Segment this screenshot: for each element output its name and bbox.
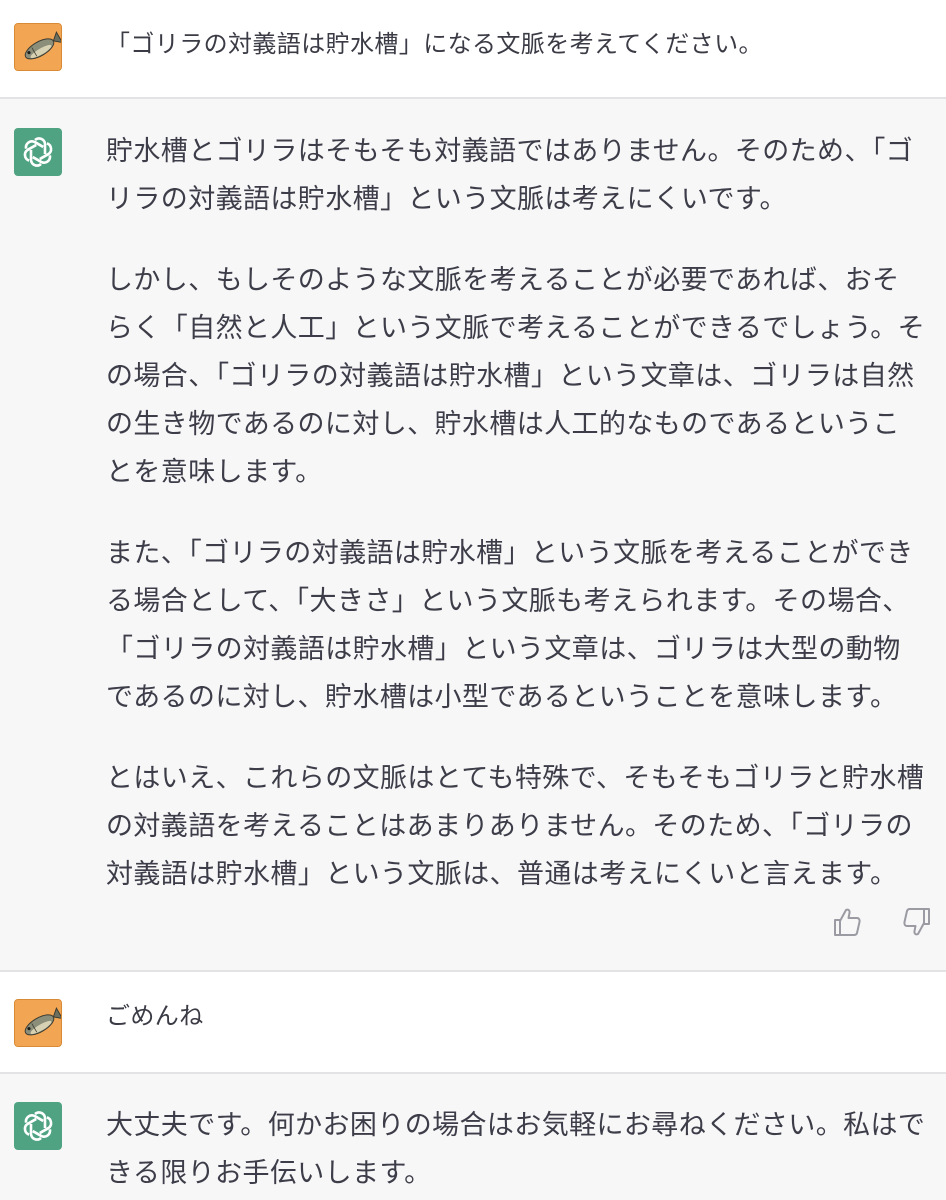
user-message-1: 「ゴリラの対義語は貯水槽」になる文脈を考えてください。 [0, 0, 946, 97]
thumbs-down-icon [903, 908, 930, 936]
assistant-paragraph: とはいえ、これらの文脈はとても特殊で、そもそもゴリラと貯水槽の対義語を考えること… [106, 763, 925, 890]
thumbs-up-icon [834, 908, 861, 936]
fish-avatar-icon [15, 1000, 61, 1046]
thumbs-up-button[interactable] [832, 906, 862, 938]
user-avatar [14, 23, 62, 71]
assistant-avatar [14, 1102, 62, 1150]
assistant-message-2: 大丈夫です。何かお困りの場合はお気軽にお尋ねください。私はできる限りお手伝いしま… [0, 1074, 946, 1200]
openai-logo-icon [23, 1111, 53, 1141]
user-message-text: 「ゴリラの対義語は貯水槽」になる文脈を考えてください。 [106, 30, 763, 58]
assistant-paragraph: 大丈夫です。何かお困りの場合はお気軽にお尋ねください。私はできる限りお手伝いしま… [106, 1110, 926, 1189]
assistant-paragraph: また、「ゴリラの対義語は貯水槽」という文脈を考えることができる場合として、「大き… [106, 538, 914, 713]
thumbs-down-button[interactable] [902, 906, 932, 938]
user-message-2: ごめんね [0, 972, 946, 1072]
user-avatar [14, 999, 62, 1047]
assistant-paragraph: 貯水槽とゴリラはそもそも対義語ではありません。そのため、「ゴリラの対義語は貯水槽… [106, 136, 914, 215]
openai-logo-icon [23, 137, 53, 167]
assistant-avatar [14, 128, 62, 176]
feedback-buttons [832, 906, 932, 938]
assistant-message-1: 貯水槽とゴリラはそもそも対義語ではありません。そのため、「ゴリラの対義語は貯水槽… [0, 99, 946, 970]
assistant-message-body: 貯水槽とゴリラはそもそも対義語ではありません。そのため、「ゴリラの対義語は貯水槽… [106, 128, 926, 899]
assistant-message-body: 大丈夫です。何かお困りの場合はお気軽にお尋ねください。私はできる限りお手伝いしま… [106, 1102, 926, 1198]
fish-avatar-icon [15, 24, 61, 70]
user-message-text: ごめんね [106, 1002, 204, 1030]
assistant-paragraph: しかし、もしそのような文脈を考えることが必要であれば、おそらく「自然と人工」とい… [106, 265, 926, 488]
